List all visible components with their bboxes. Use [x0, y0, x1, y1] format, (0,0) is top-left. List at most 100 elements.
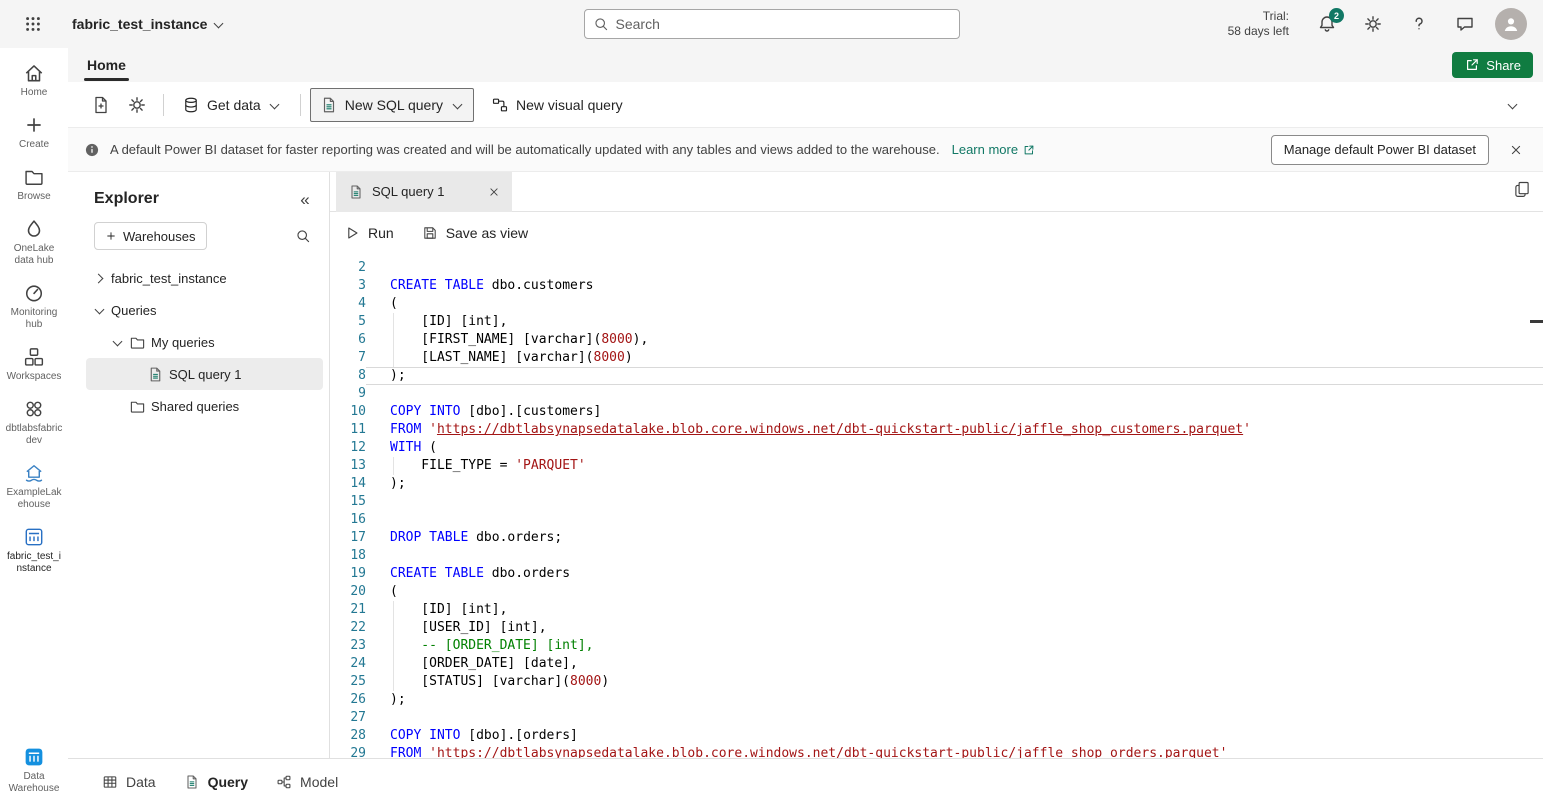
code-line-18[interactable]: 18: [330, 547, 1543, 565]
code-line-20[interactable]: 20(: [330, 583, 1543, 601]
code-line-8[interactable]: 8);: [330, 367, 1543, 385]
settings-button[interactable]: [1357, 8, 1389, 40]
code-line-28[interactable]: 28COPY INTO [dbo].[orders]: [330, 727, 1543, 745]
code-line-10[interactable]: 10COPY INTO [dbo].[customers]: [330, 403, 1543, 421]
dataset-info-banner: A default Power BI dataset for faster re…: [68, 128, 1543, 172]
person-icon: [1501, 14, 1521, 34]
banner-close-button[interactable]: [1501, 135, 1531, 165]
explorer-search-icon[interactable]: [289, 222, 317, 250]
chevron-down-icon: [211, 17, 225, 31]
warehouse-icon: [23, 526, 45, 548]
rail-item-monitoring-hub[interactable]: Monitoring hub: [0, 276, 68, 337]
manage-dataset-button[interactable]: Manage default Power BI dataset: [1271, 135, 1489, 165]
line-number: 8: [330, 367, 366, 385]
rail-item-onelake-data-hub[interactable]: OneLake data hub: [0, 212, 68, 273]
collapse-ribbon-button[interactable]: [1495, 88, 1529, 122]
code-line-6[interactable]: 6 [FIRST_NAME] [varchar](8000),: [330, 331, 1543, 349]
tab-sql-query-1[interactable]: SQL query 1: [336, 172, 512, 212]
rail-item-dbtlabsfabricdev[interactable]: dbtlabsfabricdev: [0, 392, 68, 453]
bottom-tab-model[interactable]: Model: [262, 759, 352, 804]
waffle-menu-button[interactable]: [16, 7, 50, 41]
warehouse-settings-button[interactable]: [120, 88, 154, 122]
code-line-23[interactable]: 23 -- [ORDER_DATE] [int],: [330, 637, 1543, 655]
onelake-icon: [23, 218, 45, 240]
bottom-bar: DataQueryModel: [68, 758, 1543, 804]
code-line-16[interactable]: 16: [330, 511, 1543, 529]
rail-item-fabric-test-instance[interactable]: fabric_test_instance: [0, 520, 68, 581]
new-visual-query-button[interactable]: New visual query: [482, 88, 632, 122]
line-number: 24: [330, 655, 366, 673]
rail-item-browse[interactable]: Browse: [0, 160, 68, 209]
code-line-24[interactable]: 24 [ORDER_DATE] [date],: [330, 655, 1543, 673]
tree-item-my-queries[interactable]: My queries: [86, 326, 323, 358]
code-token: https://dbtlabsynapsedatalake.blob.core.…: [437, 746, 1220, 758]
line-number: 11: [330, 421, 366, 439]
code-line-5[interactable]: 5 [ID] [int],: [330, 313, 1543, 331]
bottom-tab-query[interactable]: Query: [170, 759, 262, 804]
code-token: ): [625, 350, 633, 365]
search-input[interactable]: [616, 16, 951, 32]
tree-item-shared-queries[interactable]: Shared queries: [86, 390, 323, 422]
code-line-19[interactable]: 19CREATE TABLE dbo.orders: [330, 565, 1543, 583]
monitoring-icon: [23, 282, 45, 304]
tree-item-queries[interactable]: Queries: [86, 294, 323, 326]
gear-icon: [127, 95, 147, 115]
datagrid-icon: [102, 774, 118, 790]
notification-badge: 2: [1329, 8, 1344, 23]
copy-icon[interactable]: [1513, 180, 1531, 198]
code-token: [LAST_NAME] [varchar](: [390, 350, 594, 365]
close-tab-icon[interactable]: [484, 182, 504, 202]
account-avatar[interactable]: [1495, 8, 1527, 40]
code-line-26[interactable]: 26);: [330, 691, 1543, 709]
new-sql-query-button[interactable]: New SQL query: [310, 88, 474, 122]
code-line-11[interactable]: 11FROM 'https://dbtlabsynapsedatalake.bl…: [330, 421, 1543, 439]
code-line-7[interactable]: 7 [LAST_NAME] [varchar](8000): [330, 349, 1543, 367]
rail-item-examplelakehouse[interactable]: ExampleLakehouse: [0, 456, 68, 517]
notifications-button[interactable]: 2: [1311, 8, 1343, 40]
code-line-25[interactable]: 25 [STATUS] [varchar](8000): [330, 673, 1543, 691]
code-token: ): [601, 674, 609, 689]
tab-home[interactable]: Home: [84, 48, 129, 82]
code-line-27[interactable]: 27: [330, 709, 1543, 727]
tree-item-fabric-test-instance[interactable]: fabric_test_instance: [86, 262, 323, 294]
warehouses-button[interactable]: Warehouses: [94, 222, 207, 250]
share-button[interactable]: Share: [1452, 52, 1533, 78]
code-line-22[interactable]: 22 [USER_ID] [int],: [330, 619, 1543, 637]
code-line-9[interactable]: 9: [330, 385, 1543, 403]
code-line-29[interactable]: 29FROM 'https://dbtlabsynapsedatalake.bl…: [330, 745, 1543, 758]
search-icon: [593, 16, 609, 32]
explorer-title: Explorer: [94, 190, 159, 208]
workspace-switcher[interactable]: fabric_test_instance: [72, 16, 225, 32]
app-root: fabric_test_instance Trial: 58 days left…: [0, 0, 1543, 804]
bottom-tab-data[interactable]: Data: [88, 759, 170, 804]
code-token: 8000: [570, 674, 601, 689]
rail-item-home[interactable]: Home: [0, 56, 68, 105]
rail-item-create[interactable]: Create: [0, 108, 68, 157]
help-icon: [1409, 14, 1429, 34]
learn-more-link[interactable]: Learn more: [952, 142, 1036, 157]
code-line-4[interactable]: 4(: [330, 295, 1543, 313]
new-item-button[interactable]: [84, 88, 118, 122]
rail-item-data-warehouse[interactable]: Data Warehouse: [0, 740, 68, 801]
collapse-panel-icon[interactable]: «: [295, 189, 315, 209]
rail-item-workspaces[interactable]: Workspaces: [0, 340, 68, 389]
line-number: 17: [330, 529, 366, 547]
code-line-3[interactable]: 3CREATE TABLE dbo.customers: [330, 277, 1543, 295]
workspace-title: fabric_test_instance: [72, 16, 207, 32]
save-as-view-button[interactable]: Save as view: [422, 225, 528, 241]
code-line-17[interactable]: 17DROP TABLE dbo.orders;: [330, 529, 1543, 547]
tree-item-sql-query-1[interactable]: SQL query 1: [86, 358, 323, 390]
code-editor[interactable]: 23CREATE TABLE dbo.customers4(5 [ID] [in…: [330, 254, 1543, 758]
close-icon: [1508, 142, 1524, 158]
code-line-2[interactable]: 2: [330, 259, 1543, 277]
get-data-button[interactable]: Get data: [173, 88, 291, 122]
feedback-button[interactable]: [1449, 8, 1481, 40]
code-line-21[interactable]: 21 [ID] [int],: [330, 601, 1543, 619]
code-line-15[interactable]: 15: [330, 493, 1543, 511]
code-line-12[interactable]: 12WITH (: [330, 439, 1543, 457]
run-button[interactable]: Run: [344, 225, 394, 241]
code-line-13[interactable]: 13 FILE_TYPE = 'PARQUET': [330, 457, 1543, 475]
help-button[interactable]: [1403, 8, 1435, 40]
code-line-14[interactable]: 14);: [330, 475, 1543, 493]
global-search[interactable]: [584, 9, 960, 39]
